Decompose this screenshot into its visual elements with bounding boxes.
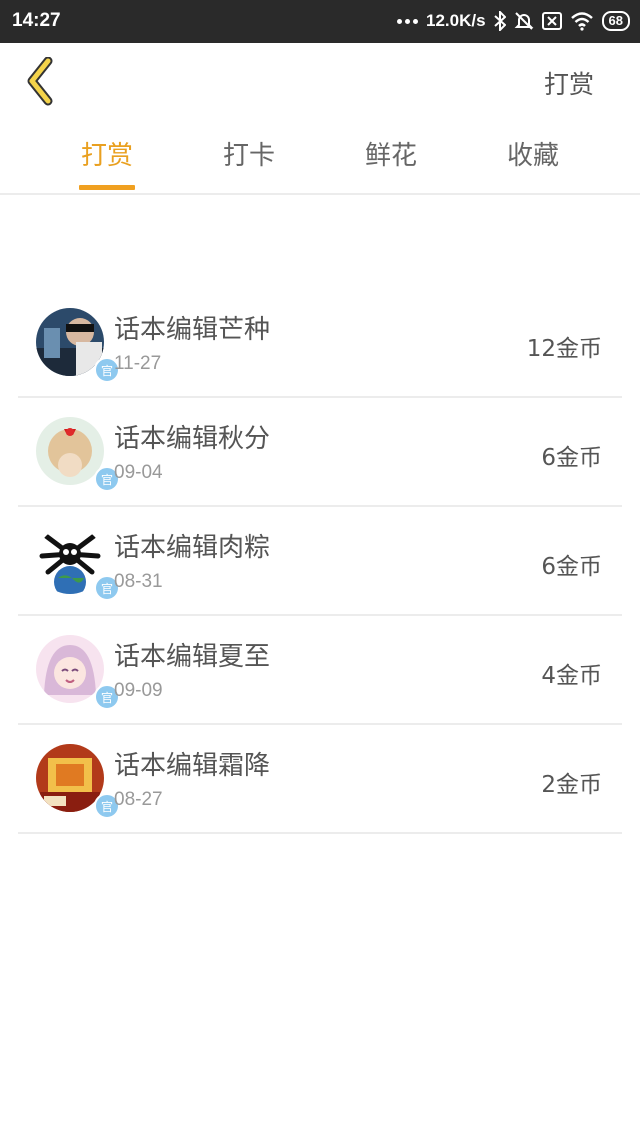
more-dots-icon [396,18,418,24]
list-item[interactable]: 官 话本编辑芒种 11-27 12金币 [18,289,622,398]
list-item[interactable]: 官 话本编辑秋分 09-04 6金币 [18,398,622,507]
editor-name: 话本编辑秋分 [114,424,271,454]
tab-favorites[interactable]: 收藏 [462,135,604,191]
tab-flowers[interactable]: 鲜花 [320,135,462,191]
editor-name: 话本编辑肉粽 [114,533,271,563]
reward-action-button[interactable]: 打赏 [544,65,594,101]
tab-checkin[interactable]: 打卡 [178,135,320,191]
status-time: 14:27 [12,10,61,31]
reward-date: 08-27 [114,789,163,810]
network-speed: 12.0K/s [425,11,486,30]
reward-date: 09-04 [114,462,163,483]
top-bar: 打赏 [0,43,640,123]
reward-list: 官 话本编辑芒种 11-27 12金币 官 话本编辑秋分 09-04 6金币 官… [18,289,622,834]
status-right-group: 12.0K/s 68 [396,9,630,33]
coin-amount: 2金币 [541,772,602,798]
bell-muted-icon [514,12,533,30]
coin-amount: 4金币 [541,663,602,689]
coin-amount: 6金币 [541,554,602,580]
chevron-left-icon [27,56,53,106]
coin-amount: 12金币 [526,336,602,362]
tab-label: 鲜花 [364,141,417,171]
tab-label: 打赏 [80,141,133,171]
list-item[interactable]: 官 话本编辑夏至 09-09 4金币 [18,616,622,725]
reward-date: 08-31 [114,571,163,592]
tab-bar: 打赏 打卡 鲜花 收藏 [0,123,640,195]
list-item[interactable]: 官 话本编辑肉粽 08-31 6金币 [18,507,622,616]
tab-label: 收藏 [506,141,559,171]
editor-name: 话本编辑夏至 [114,642,271,672]
editor-name: 话本编辑芒种 [114,315,271,345]
coin-amount: 6金币 [541,445,602,471]
reward-date: 11-27 [114,353,162,374]
reward-date: 09-09 [114,680,163,701]
bluetooth-icon [493,11,506,31]
tab-reward[interactable]: 打赏 [36,135,178,191]
tab-label: 打卡 [222,141,275,171]
status-bar: 14:27 12.0K/s 68 [0,0,640,43]
back-button[interactable] [22,56,62,107]
editor-name: 话本编辑霜降 [114,751,271,781]
list-item[interactable]: 官 话本编辑霜降 08-27 2金币 [18,725,622,834]
wifi-icon [570,12,593,31]
battery-indicator: 68 [601,11,630,31]
sim-x-icon [541,12,562,30]
active-tab-indicator [79,185,135,190]
